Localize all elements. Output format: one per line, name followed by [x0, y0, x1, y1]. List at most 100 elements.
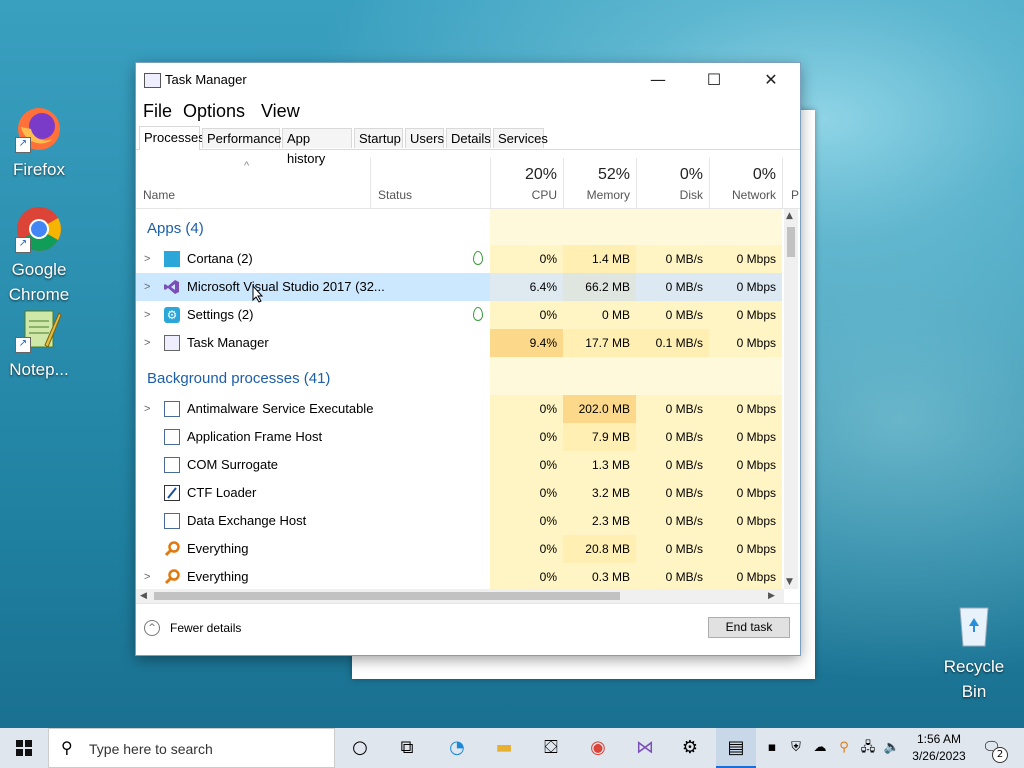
- end-task-button[interactable]: End task: [708, 617, 790, 638]
- table-row[interactable]: Application Frame Host 0% 7.9 MB 0 MB/s …: [136, 423, 782, 451]
- chevron-right-icon[interactable]: >: [144, 329, 150, 357]
- vertical-scrollbar[interactable]: ▲ ▼: [784, 209, 798, 589]
- scroll-down-icon[interactable]: ▼: [786, 577, 793, 587]
- column-cpu[interactable]: 20% CPU: [490, 158, 563, 208]
- chrome-icon: ↗: [15, 205, 63, 253]
- menu-bar: File Options View: [136, 97, 800, 125]
- desktop-icon-notepad[interactable]: ↗ Notep...: [1, 305, 77, 382]
- column-name[interactable]: ^ Name: [136, 158, 370, 208]
- mouse-cursor-icon: [252, 284, 264, 306]
- table-row[interactable]: COM Surrogate 0% 1.3 MB 0 MB/s 0 Mbps: [136, 451, 782, 479]
- group-header-apps: Apps (4): [147, 220, 204, 237]
- settings-gear-icon[interactable]: ⚙: [670, 728, 710, 768]
- chevron-right-icon[interactable]: >: [144, 301, 150, 329]
- sort-up-icon: ^: [244, 160, 250, 172]
- desktop-icon-label: Recycle Bin: [943, 657, 1005, 701]
- chevron-right-icon[interactable]: >: [144, 395, 150, 423]
- table-row[interactable]: Data Exchange Host 0% 2.3 MB 0 MB/s 0 Mb…: [136, 507, 782, 535]
- chevron-up-circle-icon[interactable]: ^: [144, 620, 160, 636]
- column-network[interactable]: 0% Network: [709, 158, 782, 208]
- column-status[interactable]: Status: [370, 158, 490, 208]
- footer-bar: ^ Fewer details End task: [136, 603, 800, 656]
- desktop-icon-label: Notep...: [9, 360, 69, 379]
- notification-count: 2: [992, 747, 1008, 763]
- task-view-icon[interactable]: ⧉: [387, 728, 427, 768]
- search-placeholder: Type here to search: [89, 741, 213, 757]
- chevron-right-icon[interactable]: >: [144, 273, 150, 301]
- task-manager-icon: [164, 335, 180, 351]
- search-icon: ⚲: [61, 738, 73, 757]
- fewer-details-link[interactable]: Fewer details: [170, 621, 241, 635]
- desktop-icon-chrome[interactable]: ↗ Google Chrome: [1, 205, 77, 307]
- onedrive-icon[interactable]: ☁: [808, 728, 832, 768]
- table-row[interactable]: > Task Manager 9.4% 17.7 MB 0.1 MB/s 0 M…: [136, 329, 782, 357]
- tab-details[interactable]: Details: [446, 128, 491, 148]
- desktop-icon-recycle-bin[interactable]: Recycle Bin: [936, 602, 1012, 704]
- scroll-up-icon[interactable]: ▲: [786, 211, 793, 221]
- scroll-left-icon[interactable]: ◀: [140, 589, 147, 603]
- magnifier-icon: [164, 541, 180, 557]
- chevron-right-icon[interactable]: >: [144, 245, 150, 273]
- table-row[interactable]: > Antimalware Service Executable 0% 202.…: [136, 395, 782, 423]
- minimize-button[interactable]: —: [629, 63, 687, 97]
- chevron-right-icon[interactable]: >: [144, 563, 150, 589]
- leaf-icon: [473, 251, 483, 265]
- search-box[interactable]: ⚲ Type here to search: [48, 728, 335, 768]
- desktop-icon-firefox[interactable]: ↗ Firefox: [1, 105, 77, 182]
- tab-performance[interactable]: Performance: [202, 128, 281, 148]
- volume-icon[interactable]: 🔈: [880, 728, 904, 768]
- desktop-icon-label: Google Chrome: [8, 260, 70, 304]
- task-manager-icon: [144, 73, 161, 88]
- table-row[interactable]: > ⚙ Settings (2) 0% 0 MB 0 MB/s 0 Mbps: [136, 301, 782, 329]
- tray-window-icon[interactable]: ▪: [760, 728, 784, 768]
- close-button[interactable]: ✕: [742, 63, 800, 97]
- menu-view[interactable]: View: [261, 101, 300, 122]
- table-row[interactable]: > Cortana (2) 0% 1.4 MB 0 MB/s 0 Mbps: [136, 245, 782, 273]
- gear-icon: ⚙: [164, 307, 180, 323]
- visual-studio-icon: [164, 279, 180, 295]
- store-icon[interactable]: ⛋: [531, 728, 571, 768]
- maximize-button[interactable]: ☐: [685, 63, 743, 97]
- tab-users[interactable]: Users: [405, 128, 444, 148]
- column-power[interactable]: P: [782, 158, 800, 208]
- task-manager-window: Task Manager — ☐ ✕ File Options View Pro…: [136, 63, 800, 655]
- file-explorer-icon[interactable]: ▬: [484, 728, 524, 768]
- network-icon[interactable]: 🖧: [856, 728, 880, 768]
- desktop-icon-label: Firefox: [13, 160, 65, 179]
- clock-date: 3/26/2023: [912, 749, 966, 763]
- table-row[interactable]: > Everything 0% 0.3 MB 0 MB/s 0 Mbps: [136, 563, 782, 589]
- column-disk[interactable]: 0% Disk: [636, 158, 709, 208]
- clock[interactable]: 1:56 AM 3/26/2023: [908, 731, 970, 765]
- cortana-icon: [164, 251, 180, 267]
- table-row-selected[interactable]: > Microsoft Visual Studio 2017 (32... 6.…: [136, 273, 782, 301]
- chrome-taskbar-icon[interactable]: ◉: [578, 728, 618, 768]
- window-title: Task Manager: [165, 72, 247, 87]
- task-manager-taskbar-icon[interactable]: ▤: [716, 728, 756, 768]
- table-row[interactable]: Everything 0% 20.8 MB 0 MB/s 0 Mbps: [136, 535, 782, 563]
- scroll-right-icon[interactable]: ▶: [768, 589, 775, 603]
- column-memory[interactable]: 52% Memory: [563, 158, 636, 208]
- clock-time: 1:56 AM: [916, 732, 962, 746]
- app-window-icon: [164, 513, 180, 529]
- leaf-icon: [473, 307, 483, 321]
- table-row[interactable]: CTF Loader 0% 3.2 MB 0 MB/s 0 Mbps: [136, 479, 782, 507]
- tab-startup[interactable]: Startup: [354, 128, 403, 148]
- menu-file[interactable]: File: [143, 101, 172, 122]
- taskbar: ⚲ Type here to search ○ ⧉ ◔ ▬ ⛋ ◉ ⋈ ⚙ ▤ …: [0, 728, 1024, 768]
- tab-app-history[interactable]: App history: [282, 128, 352, 166]
- vertical-scroll-thumb[interactable]: [787, 227, 795, 257]
- horizontal-scroll-thumb[interactable]: [154, 592, 620, 600]
- tab-processes[interactable]: Processes: [139, 126, 205, 150]
- app-window-icon: [164, 429, 180, 445]
- windows-start-icon[interactable]: [4, 728, 44, 768]
- visual-studio-taskbar-icon[interactable]: ⋈: [625, 728, 665, 768]
- menu-options[interactable]: Options: [183, 101, 245, 122]
- everything-tray-icon[interactable]: ⚲: [832, 728, 856, 768]
- cortana-circle-icon[interactable]: ○: [340, 728, 380, 768]
- title-bar[interactable]: Task Manager — ☐ ✕: [136, 63, 800, 97]
- horizontal-scrollbar[interactable]: ◀ ▶: [136, 589, 784, 603]
- tab-services[interactable]: Services: [493, 128, 548, 148]
- edge-icon[interactable]: ◔: [437, 728, 477, 768]
- shield-icon[interactable]: ⛨: [784, 728, 808, 768]
- magnifier-icon: [164, 569, 180, 585]
